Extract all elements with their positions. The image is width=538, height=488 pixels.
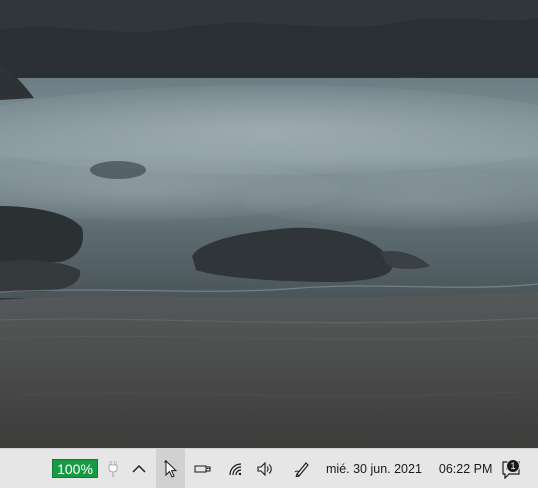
volume-icon[interactable]	[254, 449, 278, 488]
time-label: 06:22 PM	[438, 461, 493, 476]
notification-count-badge: 1	[506, 458, 520, 473]
clock-date-time[interactable]: mié. 30 jun. 2021 06:22 PM	[326, 449, 493, 488]
pen-icon[interactable]	[290, 449, 314, 488]
show-hidden-icons-chevron-up-icon[interactable]	[126, 449, 152, 488]
wifi-icon[interactable]	[225, 449, 247, 488]
usb-drive-icon[interactable]	[190, 449, 216, 488]
plug-icon[interactable]	[104, 449, 122, 488]
date-label: mié. 30 jun. 2021	[326, 461, 422, 476]
cursor-tool-icon[interactable]	[156, 449, 185, 488]
battery-percentage-label: 100%	[52, 459, 98, 478]
battery-percentage-indicator[interactable]: 100%	[50, 449, 100, 488]
action-center-icon[interactable]: 1	[496, 449, 526, 488]
taskbar: 100% mié. 30 jun. 2021 06:22 PM 1	[0, 448, 538, 488]
desktop-wallpaper	[0, 0, 538, 448]
